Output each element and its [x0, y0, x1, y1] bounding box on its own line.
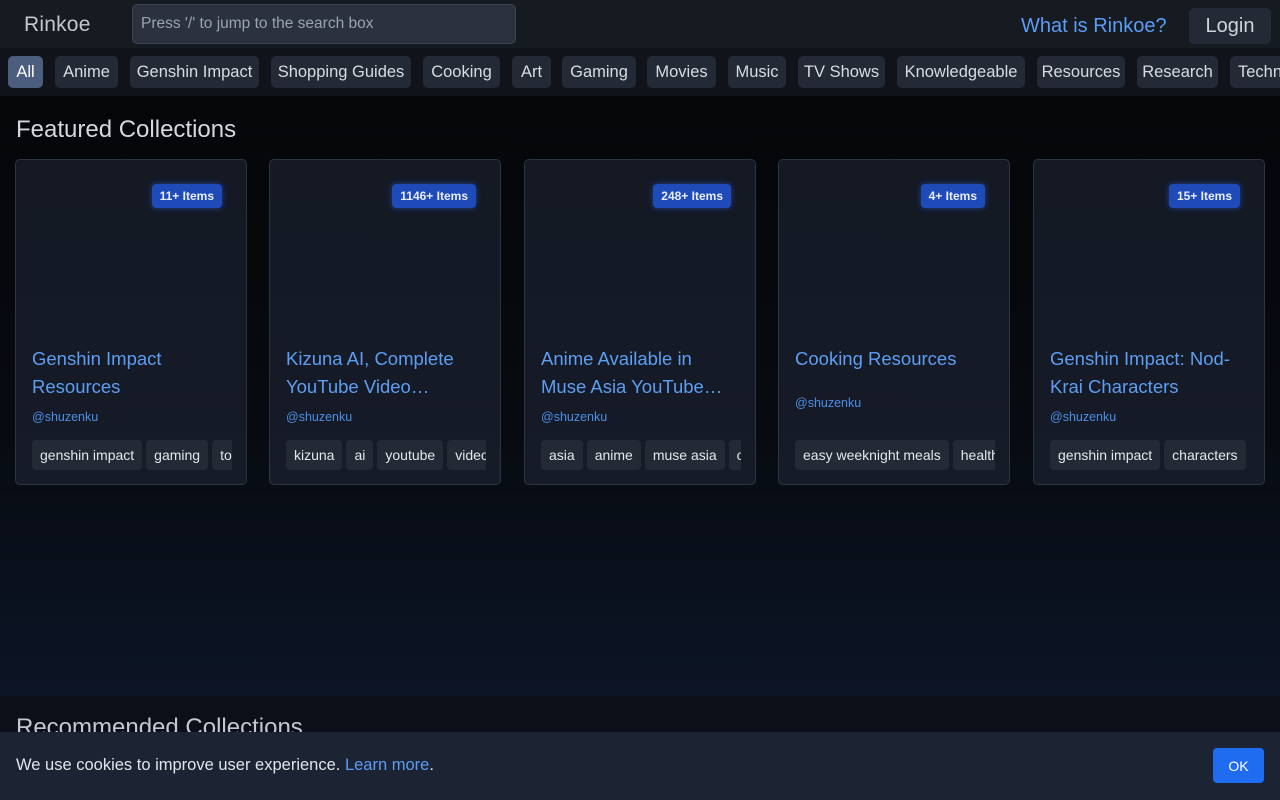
- item-count-badge: 248+ Items: [653, 184, 731, 208]
- search-input[interactable]: [132, 4, 516, 44]
- tag-list: kizuna ai youtube video: [286, 440, 486, 470]
- tag[interactable]: anime: [586, 440, 641, 470]
- item-count-badge: 11+ Items: [151, 184, 222, 208]
- category-cooking[interactable]: Cooking: [423, 56, 500, 88]
- learn-more-link[interactable]: Learn more: [345, 756, 429, 774]
- tag[interactable]: asia: [541, 440, 583, 470]
- featured-collections-title: Featured Collections: [16, 116, 237, 143]
- item-count-badge: 4+ Items: [920, 184, 985, 208]
- collection-title[interactable]: Cooking Resources: [795, 345, 995, 373]
- tag[interactable]: muse asia: [644, 440, 725, 470]
- tag-list: easy weeknight mealshealthy: [795, 440, 995, 470]
- item-count-badge: 1146+ Items: [392, 184, 476, 208]
- collection-card[interactable]: 1146+ Items Kizuna AI, Complete YouTube …: [269, 159, 501, 485]
- collection-card[interactable]: 11+ Items Genshin Impact Resources @shuz…: [15, 159, 247, 485]
- collection-title[interactable]: Genshin Impact: Nod-Krai Characters: [1050, 345, 1250, 401]
- tag-list: asiaanimemuse asiaofficial: [541, 440, 741, 470]
- category-all[interactable]: All: [8, 56, 43, 88]
- cookie-message: We use cookies to improve user experienc…: [16, 756, 434, 775]
- main-content: Featured Collections 11+ Items Genshin I…: [0, 96, 1280, 696]
- login-button[interactable]: Login: [1189, 8, 1271, 44]
- cookie-text: We use cookies to improve user experienc…: [16, 756, 341, 774]
- collection-card[interactable]: 248+ Items Anime Available in Muse Asia …: [524, 159, 756, 485]
- tag[interactable]: healthy: [952, 440, 995, 470]
- cookie-banner: We use cookies to improve user experienc…: [0, 732, 1280, 800]
- category-bar: All Anime Genshin Impact Shopping Guides…: [0, 48, 1280, 96]
- tag[interactable]: gaming: [146, 440, 209, 470]
- collection-title[interactable]: Genshin Impact Resources: [32, 345, 232, 401]
- collection-title[interactable]: Anime Available in Muse Asia YouTube Cha…: [541, 345, 741, 401]
- tag[interactable]: youtube: [377, 440, 444, 470]
- collection-author[interactable]: @shuzenku: [32, 410, 98, 424]
- tag[interactable]: ai: [346, 440, 374, 470]
- what-is-rinkoe-link[interactable]: What is Rinkoe?: [1021, 15, 1167, 38]
- category-knowledgeable[interactable]: Knowledgeable: [897, 56, 1025, 88]
- category-shopping-guides[interactable]: Shopping Guides: [271, 56, 411, 88]
- category-art[interactable]: Art: [512, 56, 551, 88]
- item-count-badge: 15+ Items: [1168, 184, 1240, 208]
- collection-card[interactable]: 4+ Items Cooking Resources @shuzenku eas…: [778, 159, 1010, 485]
- brand-logo[interactable]: Rinkoe: [24, 13, 91, 37]
- collection-author[interactable]: @shuzenku: [1050, 410, 1116, 424]
- category-movies[interactable]: Movies: [647, 56, 716, 88]
- tag[interactable]: genshin impact: [1050, 440, 1161, 470]
- tag-list: genshin impactgamingtools: [32, 440, 232, 470]
- category-tv-shows[interactable]: TV Shows: [798, 56, 885, 88]
- tag[interactable]: genshin impact: [32, 440, 143, 470]
- tag[interactable]: kizuna: [286, 440, 343, 470]
- category-music[interactable]: Music: [728, 56, 786, 88]
- category-anime[interactable]: Anime: [55, 56, 118, 88]
- category-research[interactable]: Research: [1137, 56, 1218, 88]
- category-genshin-impact[interactable]: Genshin Impact: [130, 56, 259, 88]
- collection-author[interactable]: @shuzenku: [795, 396, 861, 410]
- cookie-period: .: [429, 756, 434, 774]
- tag[interactable]: video: [447, 440, 486, 470]
- tag[interactable]: official: [728, 440, 741, 470]
- collection-author[interactable]: @shuzenku: [541, 410, 607, 424]
- collection-card[interactable]: 15+ Items Genshin Impact: Nod-Krai Chara…: [1033, 159, 1265, 485]
- tag[interactable]: characters: [1164, 440, 1246, 470]
- collection-author[interactable]: @shuzenku: [286, 410, 352, 424]
- category-technology[interactable]: Technology: [1230, 56, 1280, 88]
- collection-title[interactable]: Kizuna AI, Complete YouTube Video Direct…: [286, 345, 486, 401]
- category-gaming[interactable]: Gaming: [562, 56, 636, 88]
- tag-list: genshin impact characters: [1050, 440, 1250, 470]
- tag[interactable]: easy weeknight meals: [795, 440, 949, 470]
- cookie-ok-button[interactable]: OK: [1213, 748, 1264, 783]
- tag[interactable]: tools: [212, 440, 232, 470]
- category-resources[interactable]: Resources: [1037, 56, 1125, 88]
- top-header: Rinkoe What is Rinkoe? Login: [0, 0, 1280, 48]
